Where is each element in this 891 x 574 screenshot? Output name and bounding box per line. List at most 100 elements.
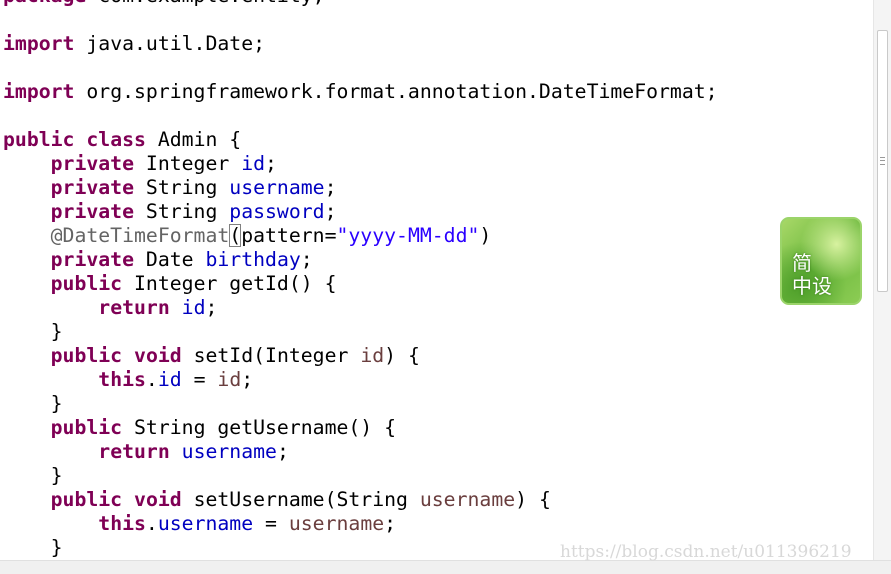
code-line[interactable]: this.id = id;	[3, 368, 718, 392]
code-line[interactable]: this.username = username;	[3, 512, 718, 536]
keyword-token: return	[98, 440, 170, 463]
code-token: ) {	[515, 488, 551, 511]
code-token: ;	[241, 368, 254, 391]
watermark-url: https://blog.csdn.net/u011396219	[560, 542, 852, 562]
code-token: ;	[324, 200, 337, 223]
code-token: ;	[265, 152, 277, 175]
code-line[interactable]: import org.springframework.format.annota…	[3, 80, 718, 104]
code-line[interactable]: return username;	[3, 440, 718, 464]
keyword-token: import	[3, 32, 75, 55]
green-leaf-logo-icon[interactable]: 简 中设	[780, 217, 862, 305]
code-token: }	[3, 392, 63, 415]
code-token: Date	[134, 248, 206, 271]
code-token: pattern=	[241, 224, 337, 247]
code-token: .	[145, 368, 158, 391]
code-line[interactable]	[3, 56, 718, 80]
code-token: Integer getId() {	[122, 272, 337, 295]
code-token: }	[3, 464, 63, 487]
code-token: )	[479, 224, 492, 247]
code-token: ;	[205, 296, 218, 319]
string-token: "yyyy-MM-dd"	[336, 224, 480, 247]
field-token: password	[229, 200, 325, 223]
field-token: id	[181, 296, 206, 319]
keyword-token: class	[86, 128, 146, 151]
keyword-token: this	[98, 368, 146, 391]
code-token: .	[145, 512, 158, 535]
annotation-token: @DateTimeFormat	[50, 224, 230, 247]
code-line[interactable]: private Date birthday;	[3, 248, 718, 272]
code-line[interactable]: private String username;	[3, 176, 718, 200]
keyword-token: private	[50, 248, 135, 271]
code-line[interactable]: import java.util.Date;	[3, 32, 718, 56]
keyword-token: package	[3, 0, 86, 7]
code-token: =	[181, 368, 218, 391]
keyword-token: public	[50, 416, 123, 439]
code-token: setUsername(String	[181, 488, 420, 511]
field-token: id	[157, 368, 182, 391]
horizontal-scrollbar[interactable]	[0, 560, 891, 574]
code-text[interactable]: package com.example.entity; import java.…	[0, 0, 873, 560]
keyword-token: public	[3, 128, 75, 151]
code-editor[interactable]: package com.example.entity; import java.…	[0, 0, 873, 560]
code-token: ;	[300, 248, 313, 271]
keyword-token: private	[50, 176, 135, 199]
code-line[interactable]: public void setUsername(String username)…	[3, 488, 718, 512]
code-line[interactable]: }	[3, 464, 718, 488]
parameter-token: id	[217, 368, 242, 391]
code-line[interactable]: private String password;	[3, 200, 718, 224]
keyword-token: public	[50, 344, 123, 367]
vertical-scrollbar-thumb[interactable]	[877, 30, 888, 292]
code-line[interactable]: return id;	[3, 296, 718, 320]
code-line[interactable]	[3, 8, 718, 32]
code-line[interactable]: public Integer getId() {	[3, 272, 718, 296]
code-token: =	[253, 512, 289, 535]
code-line[interactable]: }	[3, 392, 718, 416]
keyword-token: public	[50, 272, 123, 295]
code-line[interactable]: public class Admin {	[3, 128, 718, 152]
vertical-scrollbar[interactable]	[873, 0, 891, 560]
keyword-token: void	[134, 488, 182, 511]
parameter-token: username	[288, 512, 385, 535]
code-token: }	[3, 320, 63, 343]
field-token: birthday	[205, 248, 301, 271]
code-token: com.example.entity;	[86, 0, 324, 7]
code-line[interactable]	[3, 104, 718, 128]
keyword-token: return	[98, 296, 170, 319]
field-token: username	[157, 512, 254, 535]
code-token: }	[3, 536, 63, 559]
code-line[interactable]: public String getUsername() {	[3, 416, 718, 440]
badge-label: 简 中设	[792, 251, 832, 298]
code-token: Admin {	[145, 128, 242, 151]
code-token: Integer	[134, 152, 242, 175]
keyword-token: private	[50, 152, 135, 175]
code-line[interactable]: public void setId(Integer id) {	[3, 344, 718, 368]
code-token: java.util.Date;	[74, 32, 266, 55]
code-line[interactable]: }	[3, 320, 718, 344]
parameter-token: username	[419, 488, 516, 511]
keyword-token: private	[50, 200, 135, 223]
code-line[interactable]: package com.example.entity;	[3, 0, 718, 8]
code-token: String	[134, 176, 230, 199]
code-token: ) {	[384, 344, 420, 367]
code-line-current[interactable]: @DateTimeFormat(pattern="yyyy-MM-dd")	[0, 224, 873, 248]
code-token: ;	[384, 512, 397, 535]
code-line[interactable]: private Integer id;	[3, 152, 718, 176]
matched-bracket: (	[229, 224, 242, 247]
keyword-token: void	[134, 344, 182, 367]
